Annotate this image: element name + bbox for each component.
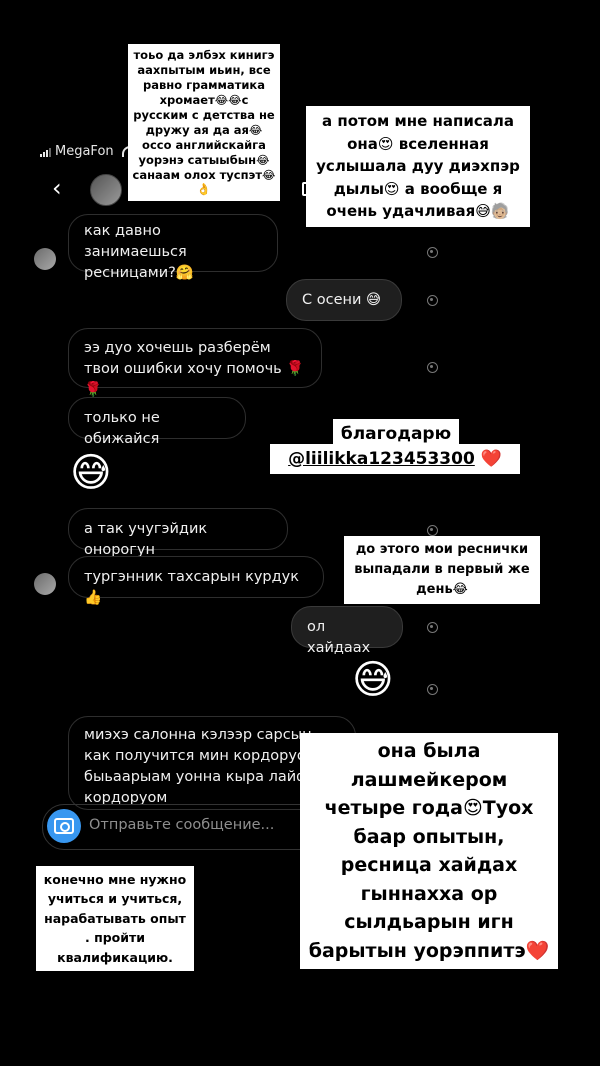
message-input[interactable]: Отправьте сообщение... xyxy=(89,817,274,833)
message-composer[interactable]: Отправьте сообщение... xyxy=(42,804,336,850)
text-sticker: @liilikka123453300 ❤️ xyxy=(270,444,520,475)
status-bar: MegaFon xyxy=(40,144,138,159)
message-bubble[interactable]: ээ дуо хочешь разберём твои ошибки хочу … xyxy=(68,328,322,398)
emoji-message[interactable]: 😅 xyxy=(352,657,394,703)
camera-button[interactable] xyxy=(47,809,81,843)
heart-icon: ❤️ xyxy=(480,449,502,469)
react-icon[interactable] xyxy=(427,622,438,633)
message-bubble[interactable]: а так учугэйдик онорогун xyxy=(68,508,288,558)
react-icon[interactable] xyxy=(427,295,438,306)
message-bubble[interactable]: тургэнник тахсарын курдук👍 xyxy=(68,556,324,606)
sender-avatar[interactable] xyxy=(34,573,56,595)
text-sticker: тоьо да элбэх кинигэ аахпытым иьин, все … xyxy=(128,44,280,202)
sender-avatar[interactable] xyxy=(34,248,56,270)
avatar[interactable] xyxy=(90,174,122,206)
react-icon[interactable] xyxy=(427,362,438,373)
react-icon[interactable] xyxy=(427,525,438,536)
text-sticker: она была лашмейкером четыре года😍Туох ба… xyxy=(300,733,558,969)
message-bubble[interactable]: С осени 😅 xyxy=(286,279,402,321)
message-bubble[interactable]: как давно занимаешься ресницами?🤗 xyxy=(68,214,278,281)
back-button[interactable]: ‹ xyxy=(52,174,62,202)
signal-icon xyxy=(40,147,51,157)
text-sticker: конечно мне нужно учиться и учиться, нар… xyxy=(36,866,194,971)
camera-icon xyxy=(54,818,74,834)
message-bubble[interactable]: только не обижайся xyxy=(68,397,246,447)
emoji-message[interactable]: 😅 xyxy=(70,450,112,496)
mention-link[interactable]: @liilikka123453300 xyxy=(288,449,475,469)
carrier-label: MegaFon xyxy=(55,144,114,159)
react-icon[interactable] xyxy=(427,684,438,695)
text-sticker: до этого мои реснички выпадали в первый … xyxy=(344,536,540,605)
react-icon[interactable] xyxy=(427,247,438,258)
text-sticker: а потом мне написала она😍 вселенная услы… xyxy=(306,106,530,227)
message-bubble[interactable]: ол хайдаах xyxy=(291,606,403,656)
